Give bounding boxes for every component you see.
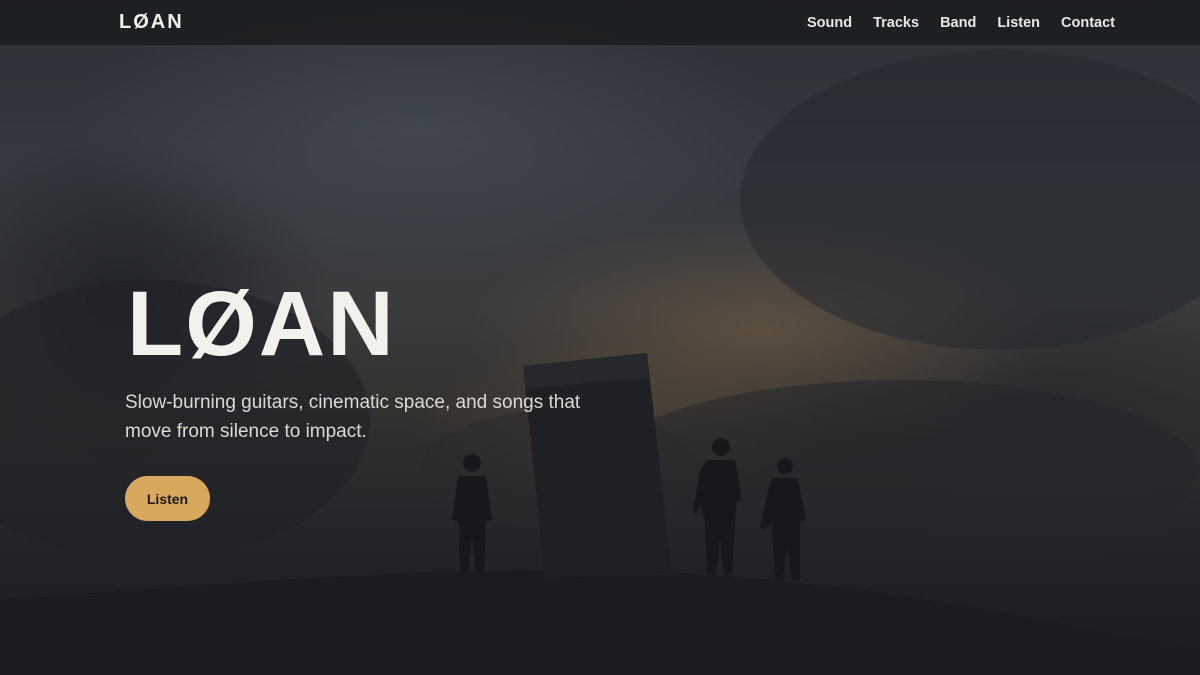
hero-content: LØAN Slow-burning guitars, cinematic spa…: [125, 278, 645, 521]
hero-tagline: Slow-burning guitars, cinematic space, a…: [125, 392, 581, 442]
nav-links: Sound Tracks Band Listen Contact: [786, 15, 1115, 31]
nav-link-listen[interactable]: Listen: [997, 15, 1040, 31]
nav-link-sound[interactable]: Sound: [807, 15, 852, 31]
brand-logo[interactable]: LØAN: [119, 11, 184, 34]
nav-link-tracks[interactable]: Tracks: [873, 15, 919, 31]
nav-link-contact[interactable]: Contact: [1061, 15, 1115, 31]
nav-link-band[interactable]: Band: [940, 15, 976, 31]
hero-title: LØAN: [127, 273, 396, 375]
listen-button[interactable]: Listen: [125, 476, 210, 521]
top-navbar: LØAN Sound Tracks Band Listen Contact: [0, 0, 1200, 45]
